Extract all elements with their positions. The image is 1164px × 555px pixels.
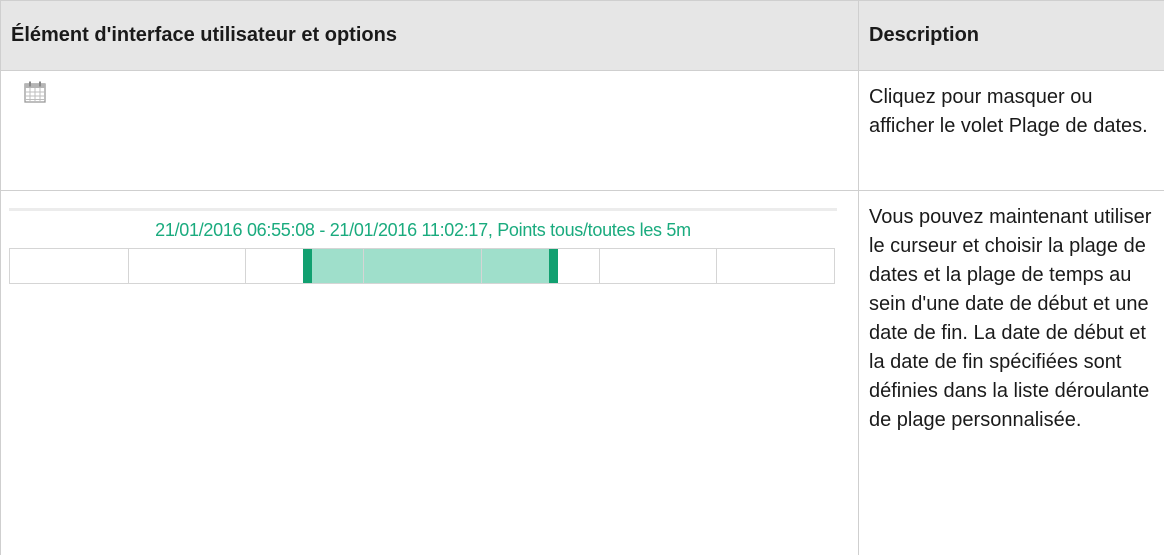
slider-tick — [363, 249, 364, 283]
slider-top-border — [9, 208, 837, 211]
description-cell: Vous pouvez maintenant utiliser le curse… — [859, 191, 1164, 555]
element-cell — [1, 71, 859, 191]
slider-tick — [481, 249, 482, 283]
slider-selected-range[interactable] — [303, 249, 558, 283]
table-header-row: Élément d'interface utilisateur et optio… — [1, 1, 1164, 71]
slider-range-label: 21/01/2016 06:55:08 - 21/01/2016 11:02:1… — [9, 216, 837, 244]
slider-tick — [128, 249, 129, 283]
slider-tick — [716, 249, 717, 283]
slider-track[interactable] — [9, 248, 835, 284]
slider-start-handle[interactable] — [303, 249, 312, 283]
description-cell: Cliquez pour masquer ou afficher le vole… — [859, 71, 1164, 191]
header-element: Élément d'interface utilisateur et optio… — [1, 1, 859, 71]
slider-end-handle[interactable] — [549, 249, 558, 283]
element-cell: 21/01/2016 06:55:08 - 21/01/2016 11:02:1… — [1, 191, 859, 555]
slider-tick — [599, 249, 600, 283]
ui-elements-table: Élément d'interface utilisateur et optio… — [0, 0, 1164, 555]
date-range-slider: 21/01/2016 06:55:08 - 21/01/2016 11:02:1… — [9, 208, 829, 284]
slider-tick — [245, 249, 246, 283]
calendar-icon[interactable] — [23, 80, 47, 104]
table-row: Cliquez pour masquer ou afficher le vole… — [1, 71, 1164, 191]
header-description: Description — [859, 1, 1164, 71]
table-row: 21/01/2016 06:55:08 - 21/01/2016 11:02:1… — [1, 191, 1164, 555]
